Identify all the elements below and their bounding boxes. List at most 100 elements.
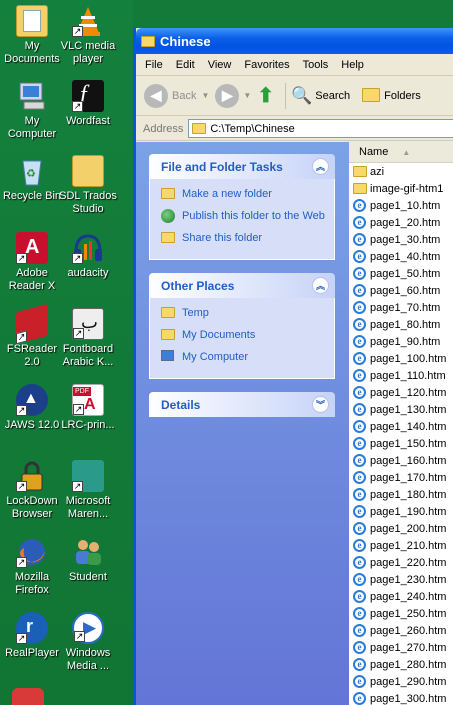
file-name: page1_300.htm [370, 692, 447, 705]
menu-favorites[interactable]: Favorites [244, 59, 289, 71]
file-row[interactable]: e page1_120.htm [349, 384, 453, 401]
up-folder-button[interactable]: ⬆ [257, 83, 274, 108]
file-row[interactable]: e page1_240.htm [349, 588, 453, 605]
ie-document-icon: e [353, 487, 367, 502]
search-icon: 🔍 [291, 85, 313, 105]
pdf-file-icon: PDF A ↗ [72, 384, 104, 416]
partial-desktop-icon[interactable] [12, 688, 44, 705]
ie-document-icon: e [353, 521, 367, 536]
file-row[interactable]: e page1_230.htm [349, 571, 453, 588]
desktop-icon-recycle-bin[interactable]: ♻ Recycle Bin [0, 155, 64, 203]
file-row[interactable]: e page1_70.htm [349, 299, 453, 316]
desktop-icon-adobe-reader[interactable]: A ↗ Adobe Reader X [0, 232, 64, 293]
file-row[interactable]: e page1_90.htm [349, 333, 453, 350]
desktop-icon-audacity[interactable]: ↗ audacity [56, 232, 120, 280]
file-row[interactable]: azi [349, 163, 453, 180]
file-row[interactable]: e page1_220.htm [349, 554, 453, 571]
file-row[interactable]: e page1_80.htm [349, 316, 453, 333]
forward-button[interactable]: ▶ ▼ [215, 83, 251, 108]
file-name: page1_280.htm [370, 658, 447, 671]
file-row[interactable]: e page1_150.htm [349, 435, 453, 452]
file-row[interactable]: e page1_290.htm [349, 673, 453, 690]
desktop-icon-fontboard[interactable]: ب ↗ Fontboard Arabic K... [56, 308, 120, 369]
file-row[interactable]: e page1_40.htm [349, 248, 453, 265]
task-publish-to-web[interactable]: Publish this folder to the Web [161, 209, 326, 225]
file-row[interactable]: e page1_20.htm [349, 214, 453, 231]
menu-edit[interactable]: Edit [176, 59, 195, 71]
file-row[interactable]: e page1_30.htm [349, 231, 453, 248]
back-button[interactable]: ◀ Back ▼ [144, 83, 209, 108]
file-name: page1_150.htm [370, 437, 447, 450]
file-name: page1_250.htm [370, 607, 447, 620]
file-row[interactable]: e page1_140.htm [349, 418, 453, 435]
ie-document-icon: e [353, 198, 367, 213]
place-my-documents[interactable]: My Documents [161, 328, 326, 344]
ie-document-icon: e [353, 283, 367, 298]
file-row[interactable]: e page1_270.htm [349, 639, 453, 656]
file-name: page1_110.htm [370, 369, 446, 382]
file-row[interactable]: e page1_210.htm [349, 537, 453, 554]
file-row[interactable]: e page1_160.htm [349, 452, 453, 469]
collapse-chevron-icon[interactable]: ︽ [312, 277, 329, 294]
menu-help[interactable]: Help [341, 59, 364, 71]
file-row[interactable]: e page1_110.htm [349, 367, 453, 384]
title-bar[interactable]: Chinese [136, 28, 453, 54]
desktop-icon-fsreader[interactable]: ↗ FSReader 2.0 [0, 303, 64, 369]
shortcut-arrow-icon: ↗ [72, 481, 83, 492]
desktop-icon-student[interactable]: Student [56, 536, 120, 584]
file-row[interactable]: e page1_180.htm [349, 486, 453, 503]
file-row[interactable]: e page1_280.htm [349, 656, 453, 673]
search-button[interactable]: 🔍 Search [291, 86, 350, 106]
other-places-header[interactable]: Other Places ︽ [149, 273, 335, 298]
audacity-icon: ↗ [72, 232, 104, 264]
sdl-trados-icon [72, 155, 104, 187]
address-input[interactable]: C:\Temp\Chinese [188, 119, 453, 138]
vlc-icon: ↗ [72, 5, 104, 37]
desktop-icon-firefox[interactable]: ↗ Mozilla Firefox [0, 536, 64, 597]
file-row[interactable]: e page1_200.htm [349, 520, 453, 537]
collapse-chevron-icon[interactable]: ︽ [312, 158, 329, 175]
file-row[interactable]: e page1_260.htm [349, 622, 453, 639]
column-header-name[interactable]: Name ▲ [349, 142, 453, 163]
expand-chevron-icon[interactable]: ︾ [312, 396, 329, 413]
file-row[interactable]: e page1_170.htm [349, 469, 453, 486]
desktop-icon-my-computer[interactable]: My Computer [0, 80, 64, 141]
desktop-icon-vlc[interactable]: ↗ VLC media player [56, 5, 120, 66]
file-row[interactable]: e page1_250.htm [349, 605, 453, 622]
file-row[interactable]: e page1_60.htm [349, 282, 453, 299]
file-name: page1_90.htm [370, 335, 441, 348]
desktop-icon-my-documents[interactable]: My Documents [0, 5, 64, 66]
back-dropdown-icon[interactable]: ▼ [201, 91, 209, 100]
menu-view[interactable]: View [208, 59, 232, 71]
desktop-icon-microsoft-app[interactable]: ↗ Microsoft Maren... [56, 460, 120, 521]
place-my-computer[interactable]: My Computer [161, 350, 326, 366]
file-row[interactable]: e page1_10.htm [349, 197, 453, 214]
task-make-new-folder[interactable]: Make a new folder [161, 187, 326, 203]
desktop-icon-windows-media[interactable]: ▶ ↗ Windows Media ... [56, 612, 120, 673]
desktop-icon-wordfast[interactable]: f ↗ Wordfast [56, 80, 120, 128]
desktop-icon-realplayer[interactable]: r ↗ RealPlayer [0, 612, 64, 660]
desktop-icon-lockdown-browser[interactable]: ↗ LockDown Browser [0, 460, 64, 521]
desktop-icon-lrc-pdf[interactable]: PDF A ↗ LRC-prin... [56, 384, 120, 432]
ie-document-icon: e [353, 572, 367, 587]
column-name-label: Name [359, 146, 389, 158]
desktop-icon-jaws[interactable]: ▲ ↗ JAWS 12.0 [0, 384, 64, 432]
details-header[interactable]: Details ︾ [149, 392, 335, 417]
file-row[interactable]: e page1_300.htm [349, 690, 453, 705]
file-row[interactable]: image-gif-htm1 [349, 180, 453, 197]
forward-dropdown-icon[interactable]: ▼ [243, 91, 251, 100]
file-name: page1_30.htm [370, 233, 441, 246]
file-row[interactable]: e page1_100.htm [349, 350, 453, 367]
folders-button[interactable]: Folders [362, 87, 421, 104]
menu-file[interactable]: File [145, 59, 163, 71]
place-temp[interactable]: Temp [161, 306, 326, 322]
menu-tools[interactable]: Tools [303, 59, 329, 71]
toolbar: ◀ Back ▼ ▶ ▼ ⬆ 🔍 Search Folders [136, 76, 453, 116]
task-share-folder[interactable]: Share this folder [161, 231, 326, 247]
ie-document-icon: e [353, 317, 367, 332]
desktop-icon-sdl-trados[interactable]: SDL Trados Studio [56, 155, 120, 216]
file-folder-tasks-header[interactable]: File and Folder Tasks ︽ [149, 154, 335, 179]
file-row[interactable]: e page1_190.htm [349, 503, 453, 520]
file-row[interactable]: e page1_130.htm [349, 401, 453, 418]
file-row[interactable]: e page1_50.htm [349, 265, 453, 282]
